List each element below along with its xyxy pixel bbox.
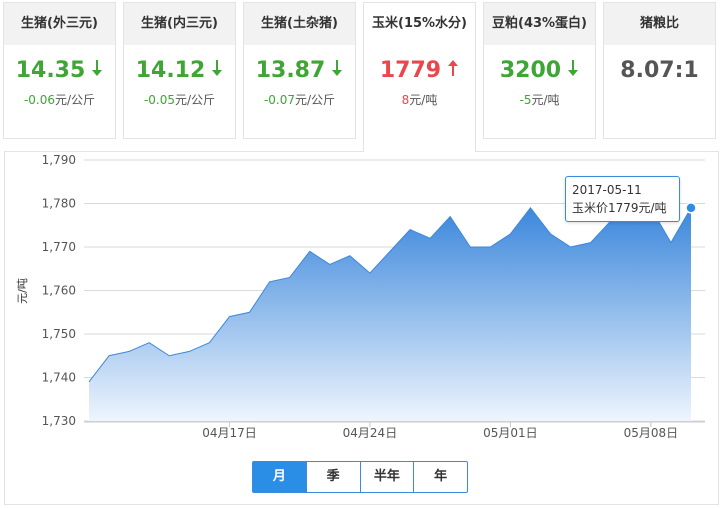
area-fill (89, 207, 691, 421)
range-selector: 月 季 半年 年 (252, 461, 468, 493)
x-axis: 04月17日 04月24日 05月01日 05月08日 (84, 421, 705, 440)
y-tick-label: 1,750 (42, 327, 76, 341)
tooltip-date: 2017-05-11 (572, 183, 642, 197)
range-tab-half-year[interactable]: 半年 (361, 462, 415, 492)
y-tick-label: 1,780 (42, 197, 76, 211)
y-tick-label: 1,770 (42, 240, 76, 254)
range-tab-quarter[interactable]: 季 (307, 462, 361, 492)
y-tick-label: 1,790 (42, 153, 76, 167)
chart-tooltip: 2017-05-11 玉米价1779元/吨 (565, 176, 680, 222)
x-tick-label: 05月01日 (483, 426, 538, 440)
x-tick-label: 04月24日 (343, 426, 398, 440)
data-point-highlight[interactable] (685, 202, 697, 214)
y-tick-label: 1,730 (42, 414, 76, 428)
y-axis-label: 元/吨 (16, 278, 29, 304)
tooltip-text: 玉米价1779元/吨 (572, 201, 667, 215)
y-tick-label: 1,740 (42, 371, 76, 385)
x-tick-label: 04月17日 (202, 426, 257, 440)
chart-area-layer (88, 202, 697, 421)
range-tab-year[interactable]: 年 (414, 462, 467, 492)
y-axis: 1,730 1,740 1,750 1,760 1,770 1,780 1,790 (42, 153, 76, 428)
x-tick-label: 05月08日 (624, 426, 679, 440)
y-tick-label: 1,760 (42, 284, 76, 298)
range-tab-month[interactable]: 月 (253, 462, 307, 492)
price-chart: 1,730 1,740 1,750 1,760 1,770 1,780 1,790 04月1… (16, 153, 705, 440)
